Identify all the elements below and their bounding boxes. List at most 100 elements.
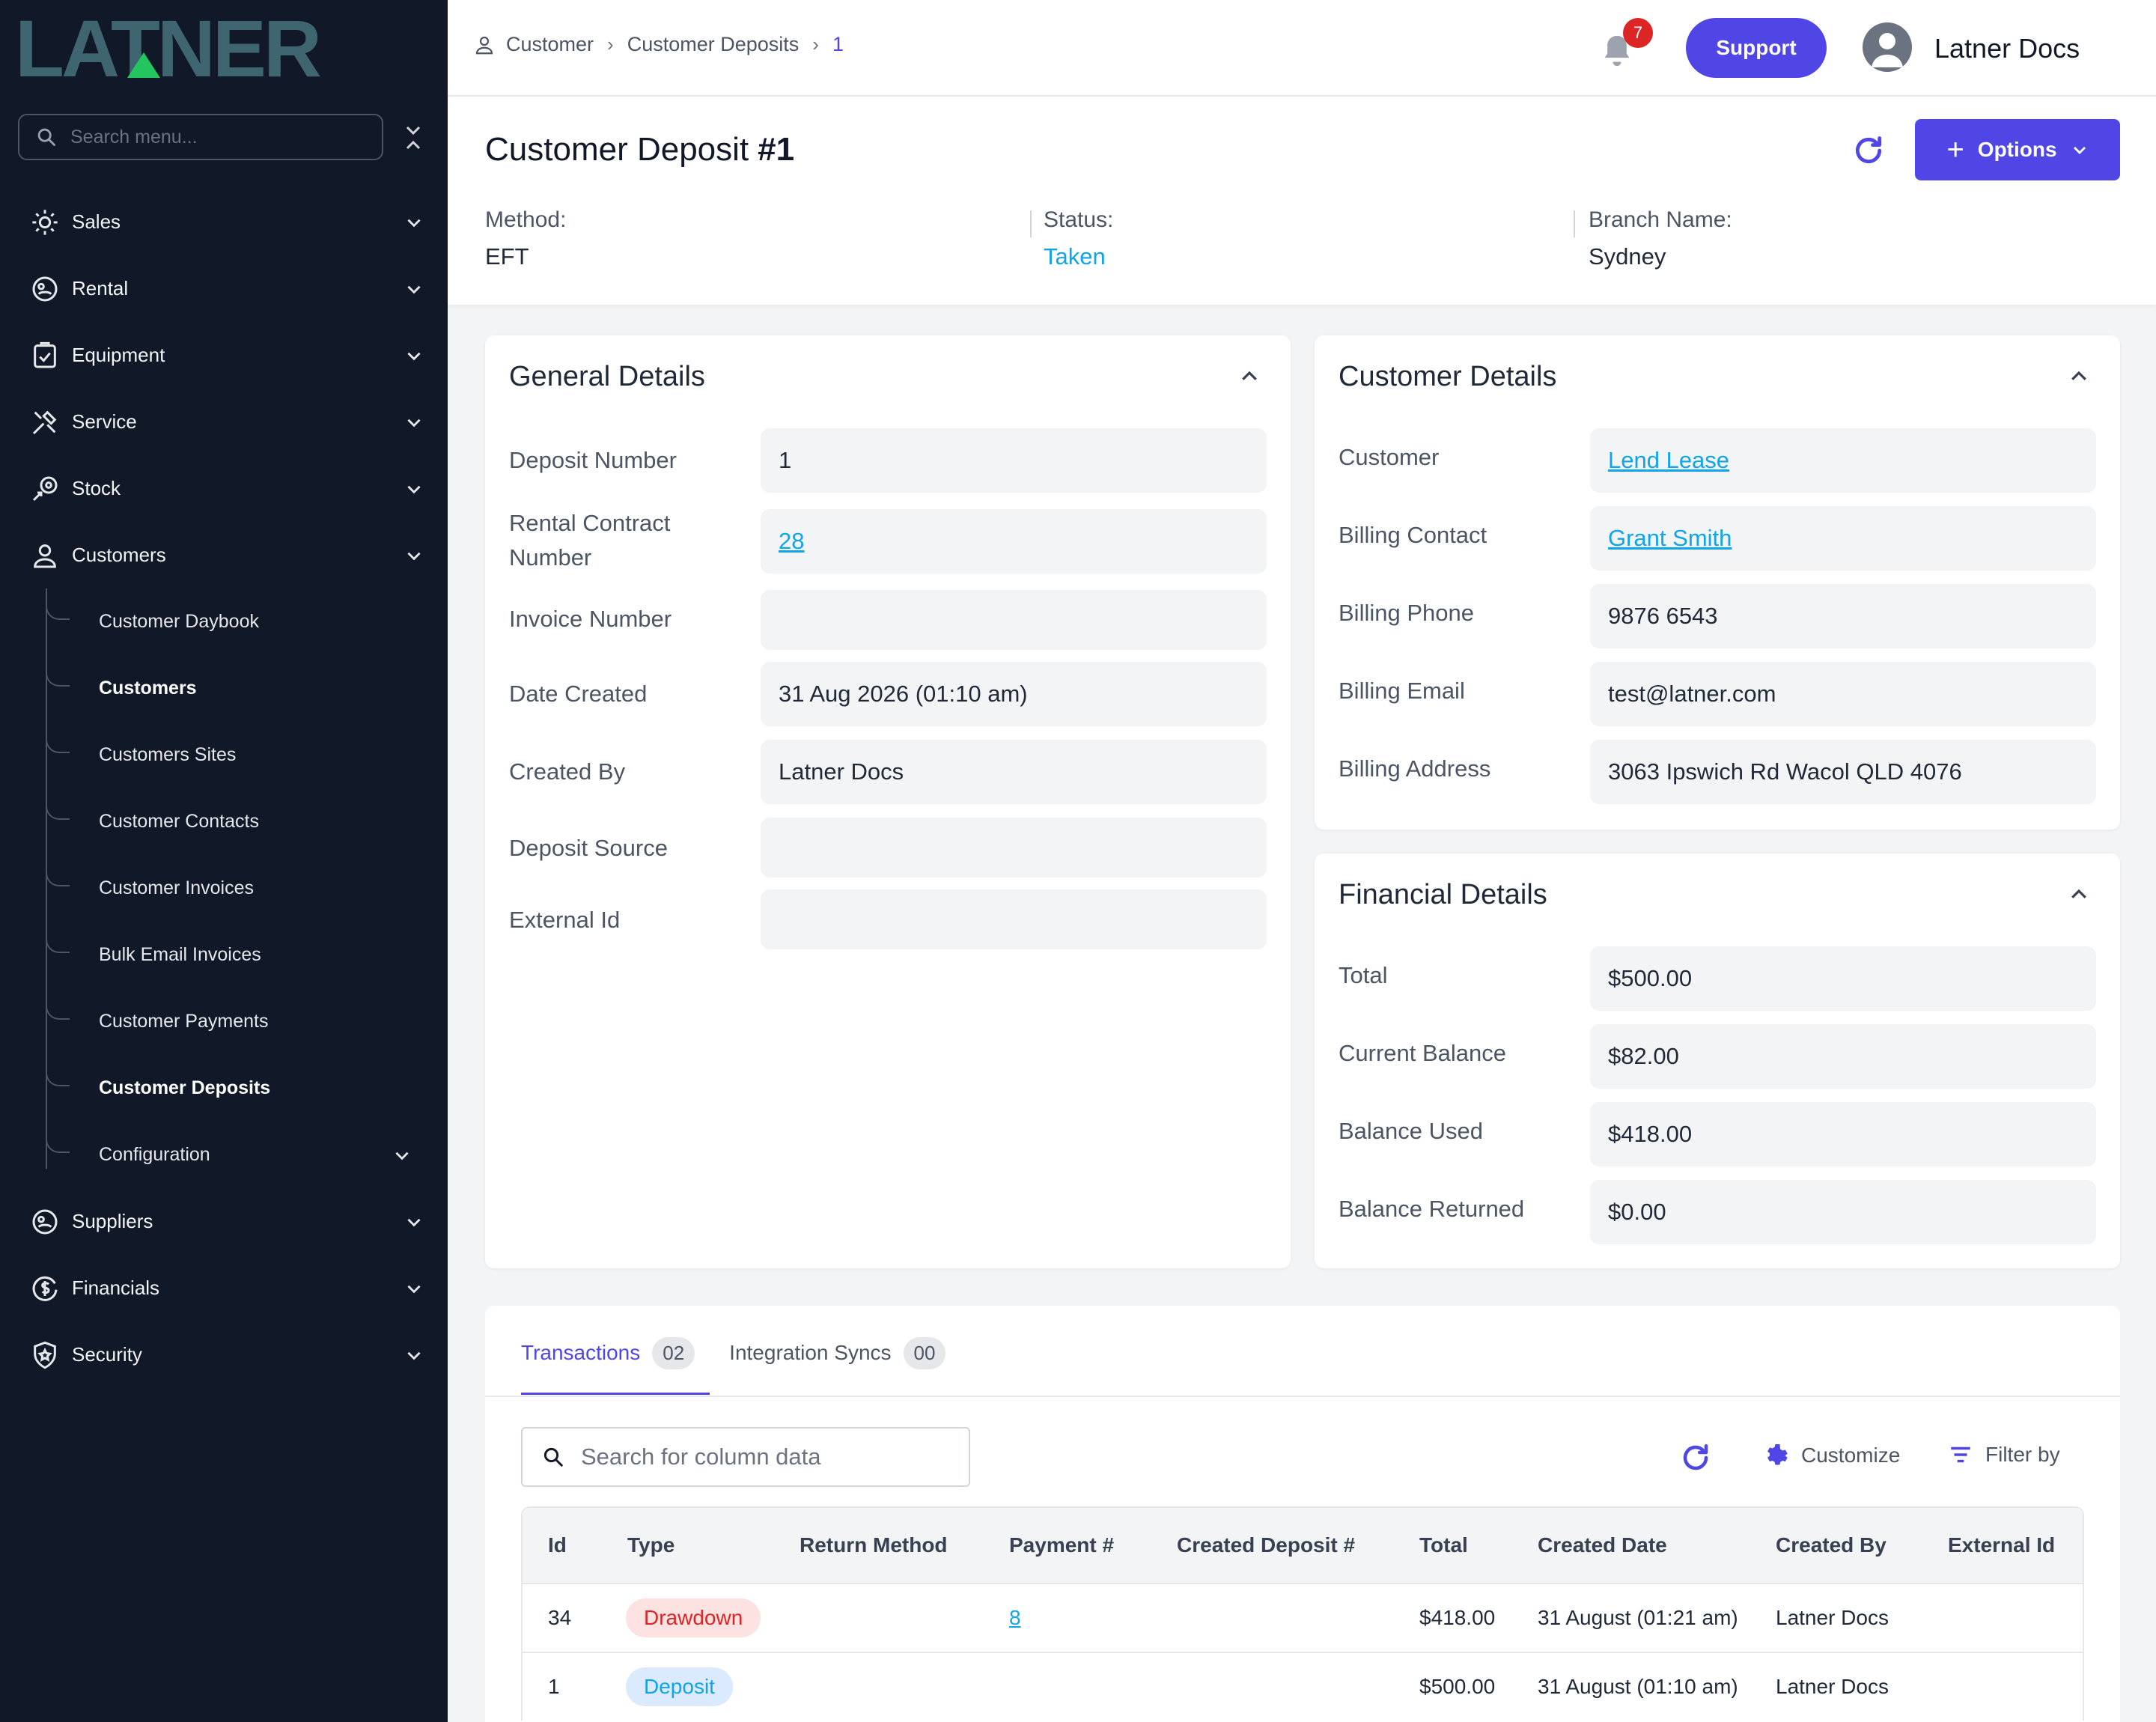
column-header-total[interactable]: Total	[1419, 1508, 1468, 1583]
submenu-connector	[46, 596, 70, 620]
column-header-created-by[interactable]: Created By	[1776, 1508, 1886, 1583]
avatar[interactable]	[1863, 22, 1912, 72]
chevron-down-icon	[407, 552, 421, 561]
sidebar-item-rental[interactable]: Rental	[0, 255, 448, 322]
field-value[interactable]: 28	[761, 509, 1267, 574]
tab-transactions[interactable]: Transactions 02	[521, 1336, 695, 1370]
table-search-input[interactable]: Search for column data	[521, 1427, 970, 1487]
sidebar-item-customer-deposits[interactable]: Customer Deposits	[0, 1055, 448, 1122]
user-name[interactable]: Latner Docs	[1934, 33, 2080, 64]
submenu-connector	[46, 996, 70, 1020]
active-tab-indicator	[521, 1393, 710, 1395]
filter-button[interactable]: Filter by	[1948, 1442, 2060, 1467]
stock-icon	[28, 472, 61, 505]
table-row[interactable]: 1 Deposit $500.00 31 August (01:10 am) L…	[523, 1652, 2083, 1721]
submenu-connector	[46, 862, 70, 886]
status-value: Taken	[1044, 243, 1106, 270]
field-label: Deposit Source	[509, 835, 668, 861]
field-value[interactable]: Grant Smith	[1590, 506, 2096, 571]
sidebar-item-customers-list[interactable]: Customers	[0, 655, 448, 722]
transactions-table: Id Type Return Method Payment # Created …	[521, 1506, 2084, 1721]
menu-search-input[interactable]: Search menu...	[18, 114, 383, 160]
sidebar-item-equipment[interactable]: Equipment	[0, 322, 448, 389]
field-value: Latner Docs	[761, 740, 1267, 804]
breadcrumb-customer-deposits[interactable]: Customer Deposits	[627, 33, 800, 56]
column-header-type[interactable]: Type	[627, 1508, 674, 1583]
sidebar-item-label: Rental	[72, 277, 129, 299]
search-icon	[543, 1447, 563, 1467]
support-button[interactable]: Support	[1686, 18, 1827, 78]
sidebar-item-service[interactable]: Service	[0, 389, 448, 455]
rental-contract-link[interactable]: 28	[779, 528, 804, 555]
chevron-up-icon[interactable]	[2068, 883, 2090, 906]
sidebar-subitem-label: Customers Sites	[99, 744, 237, 765]
refresh-icon[interactable]	[1852, 134, 1885, 167]
column-header-external-id[interactable]: External Id	[1948, 1508, 2055, 1583]
field-created-by: Created By Latner Docs	[509, 740, 1267, 804]
column-header-id[interactable]: Id	[548, 1508, 567, 1583]
sidebar-item-customer-contacts[interactable]: Customer Contacts	[0, 788, 448, 855]
column-header-return-method[interactable]: Return Method	[800, 1508, 948, 1583]
latner-logo[interactable]: LATNER	[15, 15, 419, 82]
payment-link[interactable]: 8	[1009, 1606, 1021, 1630]
filter-label: Filter by	[1985, 1443, 2060, 1466]
options-button[interactable]: + Options	[1915, 119, 2120, 180]
chevron-down-icon	[395, 1151, 409, 1160]
sidebar-item-label: Suppliers	[72, 1210, 153, 1232]
field-value	[761, 590, 1267, 650]
sidebar-subitem-label: Customer Invoices	[99, 877, 255, 898]
meta-label: Status:	[1044, 207, 1114, 232]
cell-payment[interactable]: 8	[1009, 1584, 1021, 1652]
sidebar-item-suppliers[interactable]: Suppliers	[0, 1188, 448, 1255]
customer-link[interactable]: Lend Lease	[1608, 447, 1729, 474]
field-label: Created By	[509, 758, 626, 785]
sidebar-item-customer-invoices[interactable]: Customer Invoices	[0, 855, 448, 922]
topbar: Customer › Customer Deposits › 1 7 Suppo…	[448, 0, 2156, 97]
field-external-id: External Id	[509, 889, 1267, 949]
sidebar-item-customer-daybook[interactable]: Customer Daybook	[0, 588, 448, 655]
field-rental-contract-number: Rental Contract Number 28	[509, 509, 1267, 574]
customize-label: Customize	[1801, 1443, 1901, 1467]
sidebar-item-customer-payments[interactable]: Customer Payments	[0, 988, 448, 1055]
sidebar-item-label: Service	[72, 410, 137, 433]
tab-integration-syncs[interactable]: Integration Syncs 00	[729, 1336, 946, 1370]
field-value[interactable]: Lend Lease	[1590, 428, 2096, 493]
cell-created-date: 31 August (01:21 am)	[1538, 1606, 1738, 1629]
divider	[485, 1396, 2120, 1397]
breadcrumb-customer[interactable]: Customer	[506, 33, 594, 56]
sidebar-item-customers-sites[interactable]: Customers Sites	[0, 722, 448, 788]
customize-button[interactable]: Customize	[1762, 1442, 1900, 1469]
chevron-down-icon	[407, 219, 421, 228]
sidebar-item-bulk-email-invoices[interactable]: Bulk Email Invoices	[0, 922, 448, 988]
chevron-down-icon	[407, 1351, 421, 1360]
sidebar-item-label: Customers	[72, 544, 166, 566]
sidebar-item-sales[interactable]: Sales	[0, 189, 448, 255]
collapse-menu-icon[interactable]	[401, 120, 425, 156]
sidebar-item-financials[interactable]: Financials	[0, 1255, 448, 1321]
column-header-payment[interactable]: Payment #	[1009, 1508, 1114, 1583]
sidebar-item-customers[interactable]: Customers	[0, 522, 448, 588]
sidebar-item-security[interactable]: Security	[0, 1321, 448, 1388]
field-deposit-source: Deposit Source	[509, 818, 1267, 877]
refresh-icon[interactable]	[1680, 1442, 1711, 1473]
sidebar-item-configuration[interactable]: Configuration	[0, 1122, 448, 1188]
chevron-up-icon[interactable]	[1238, 365, 1261, 388]
page-title-text: Customer Deposit	[485, 131, 749, 168]
field-value: $0.00	[1590, 1180, 2096, 1244]
field-total: Total $500.00	[1339, 946, 2096, 1011]
billing-contact-link[interactable]: Grant Smith	[1608, 525, 1732, 552]
sidebar: LATNER Search menu... Sales Rental Equip…	[0, 0, 448, 1722]
field-value: $82.00	[1590, 1024, 2096, 1089]
column-header-created-date[interactable]: Created Date	[1538, 1508, 1667, 1583]
meta-branch: Branch Name: Sydney	[1589, 207, 1732, 270]
chevron-up-icon[interactable]	[2068, 365, 2090, 388]
column-header-created-deposit[interactable]: Created Deposit #	[1177, 1508, 1355, 1583]
cell-created-by: Latner Docs	[1776, 1606, 1889, 1629]
table-row[interactable]: 34 Drawdown 8 $418.00 31 August (01:21 a…	[523, 1583, 2083, 1652]
breadcrumb-separator: ›	[607, 33, 614, 55]
card-title: General Details	[509, 361, 705, 392]
cell-type: Deposit	[626, 1653, 733, 1721]
field-label: Billing Contact	[1339, 522, 1487, 548]
sidebar-item-stock[interactable]: Stock	[0, 455, 448, 522]
field-value: $418.00	[1590, 1102, 2096, 1166]
